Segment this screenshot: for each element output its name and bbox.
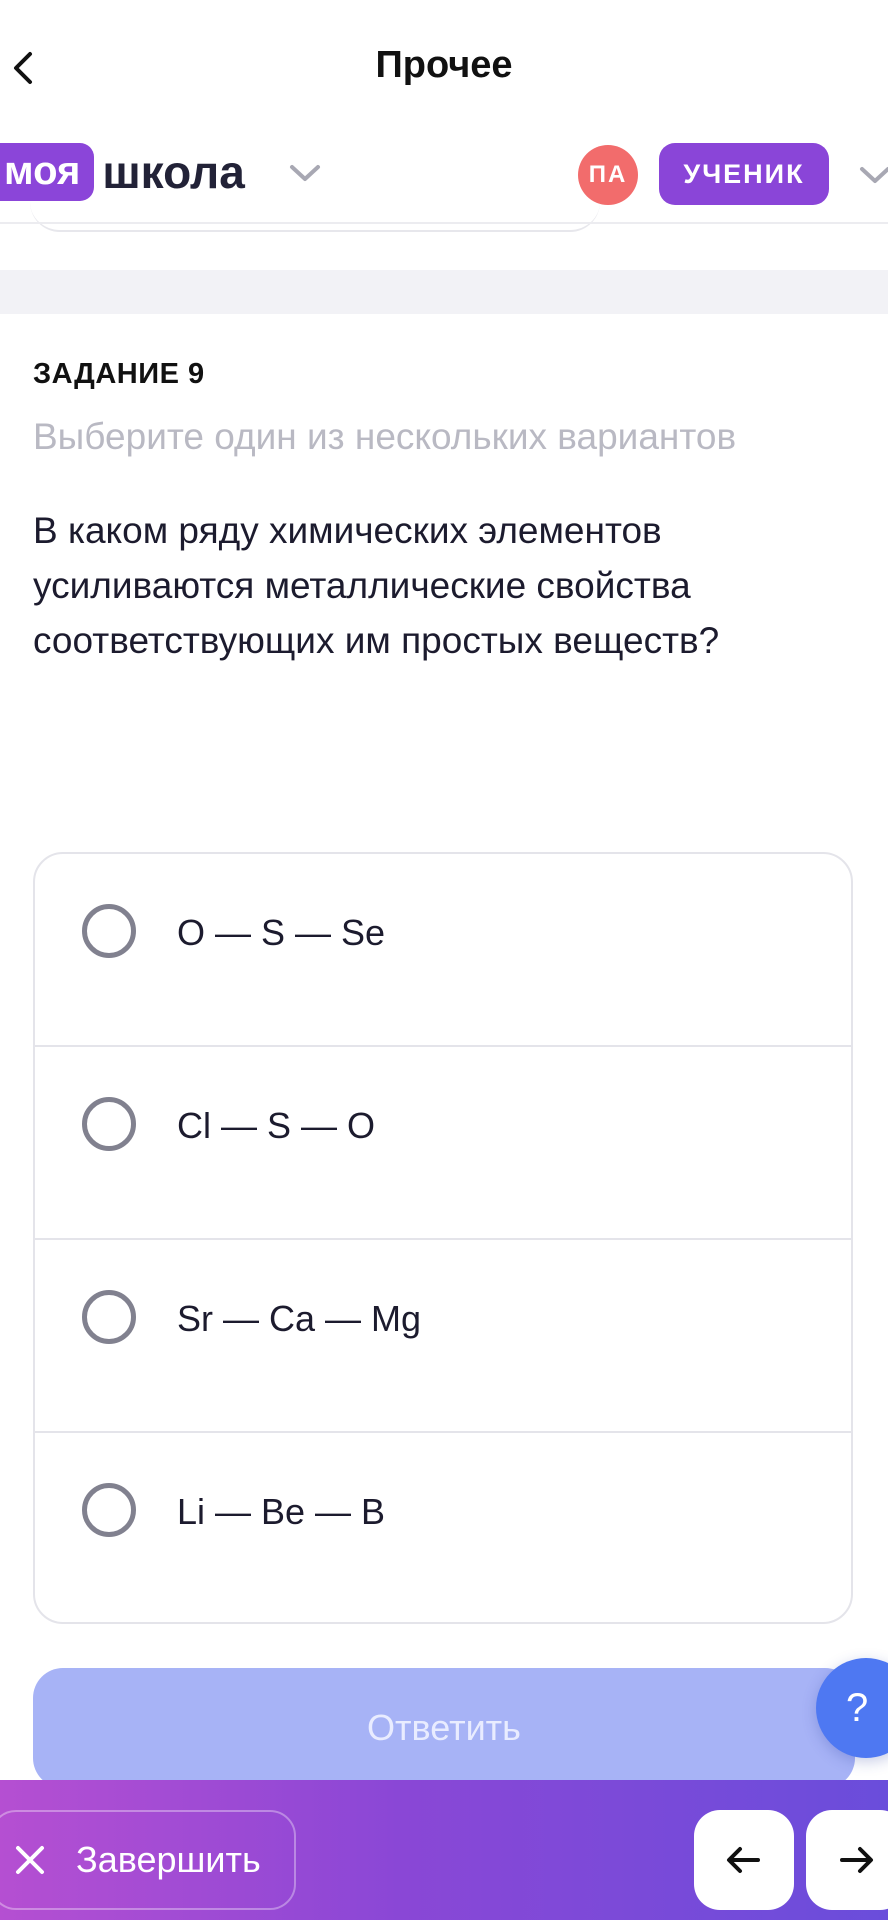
option-label: O — S — Se xyxy=(177,912,386,953)
question-text: В каком ряду химических элементов усилив… xyxy=(33,510,720,661)
option-2[interactable]: Cl — S — O xyxy=(35,1047,851,1240)
answer-options: O — S — Se Cl — S — O Sr — Ca — Mg Li — … xyxy=(33,852,853,1624)
chevron-down-icon[interactable] xyxy=(288,162,322,184)
arrow-right-icon xyxy=(840,1847,873,1873)
finish-button[interactable]: Завершить xyxy=(0,1810,296,1910)
option-3[interactable]: Sr — Ca — Mg xyxy=(35,1240,851,1433)
role-badge[interactable]: УЧЕНИК xyxy=(659,143,829,205)
option-label: Sr — Ca — Mg xyxy=(177,1298,422,1339)
radio-button[interactable] xyxy=(82,1097,136,1151)
logo-part-2: школа xyxy=(102,146,245,198)
section-gap xyxy=(0,270,888,314)
option-label: Cl — S — O xyxy=(177,1105,376,1146)
radio-button[interactable] xyxy=(82,1483,136,1537)
previous-element-edge xyxy=(30,190,600,232)
radio-button[interactable] xyxy=(82,904,136,958)
radio-button[interactable] xyxy=(82,1290,136,1344)
previous-task-button[interactable] xyxy=(694,1810,794,1910)
role-chevron-down-icon[interactable] xyxy=(858,164,888,186)
answer-button[interactable]: Ответить xyxy=(33,1668,855,1788)
top-bar: Прочее xyxy=(0,0,888,128)
arrow-left-icon xyxy=(727,1847,760,1873)
task-hint: Выберите один из нескольких вариантов xyxy=(33,416,737,457)
option-label: Li — Be — B xyxy=(177,1491,386,1532)
header-divider xyxy=(0,222,888,224)
task-number: ЗАДАНИЕ 9 xyxy=(33,358,205,390)
finish-label: Завершить xyxy=(76,1839,261,1880)
option-1[interactable]: O — S — Se xyxy=(35,854,851,1047)
bottom-bar: Завершить xyxy=(0,1780,888,1920)
next-task-button[interactable] xyxy=(806,1810,888,1910)
option-4[interactable]: Li — Be — B xyxy=(35,1433,851,1622)
close-icon xyxy=(16,1846,44,1874)
page-title: Прочее xyxy=(375,44,513,86)
